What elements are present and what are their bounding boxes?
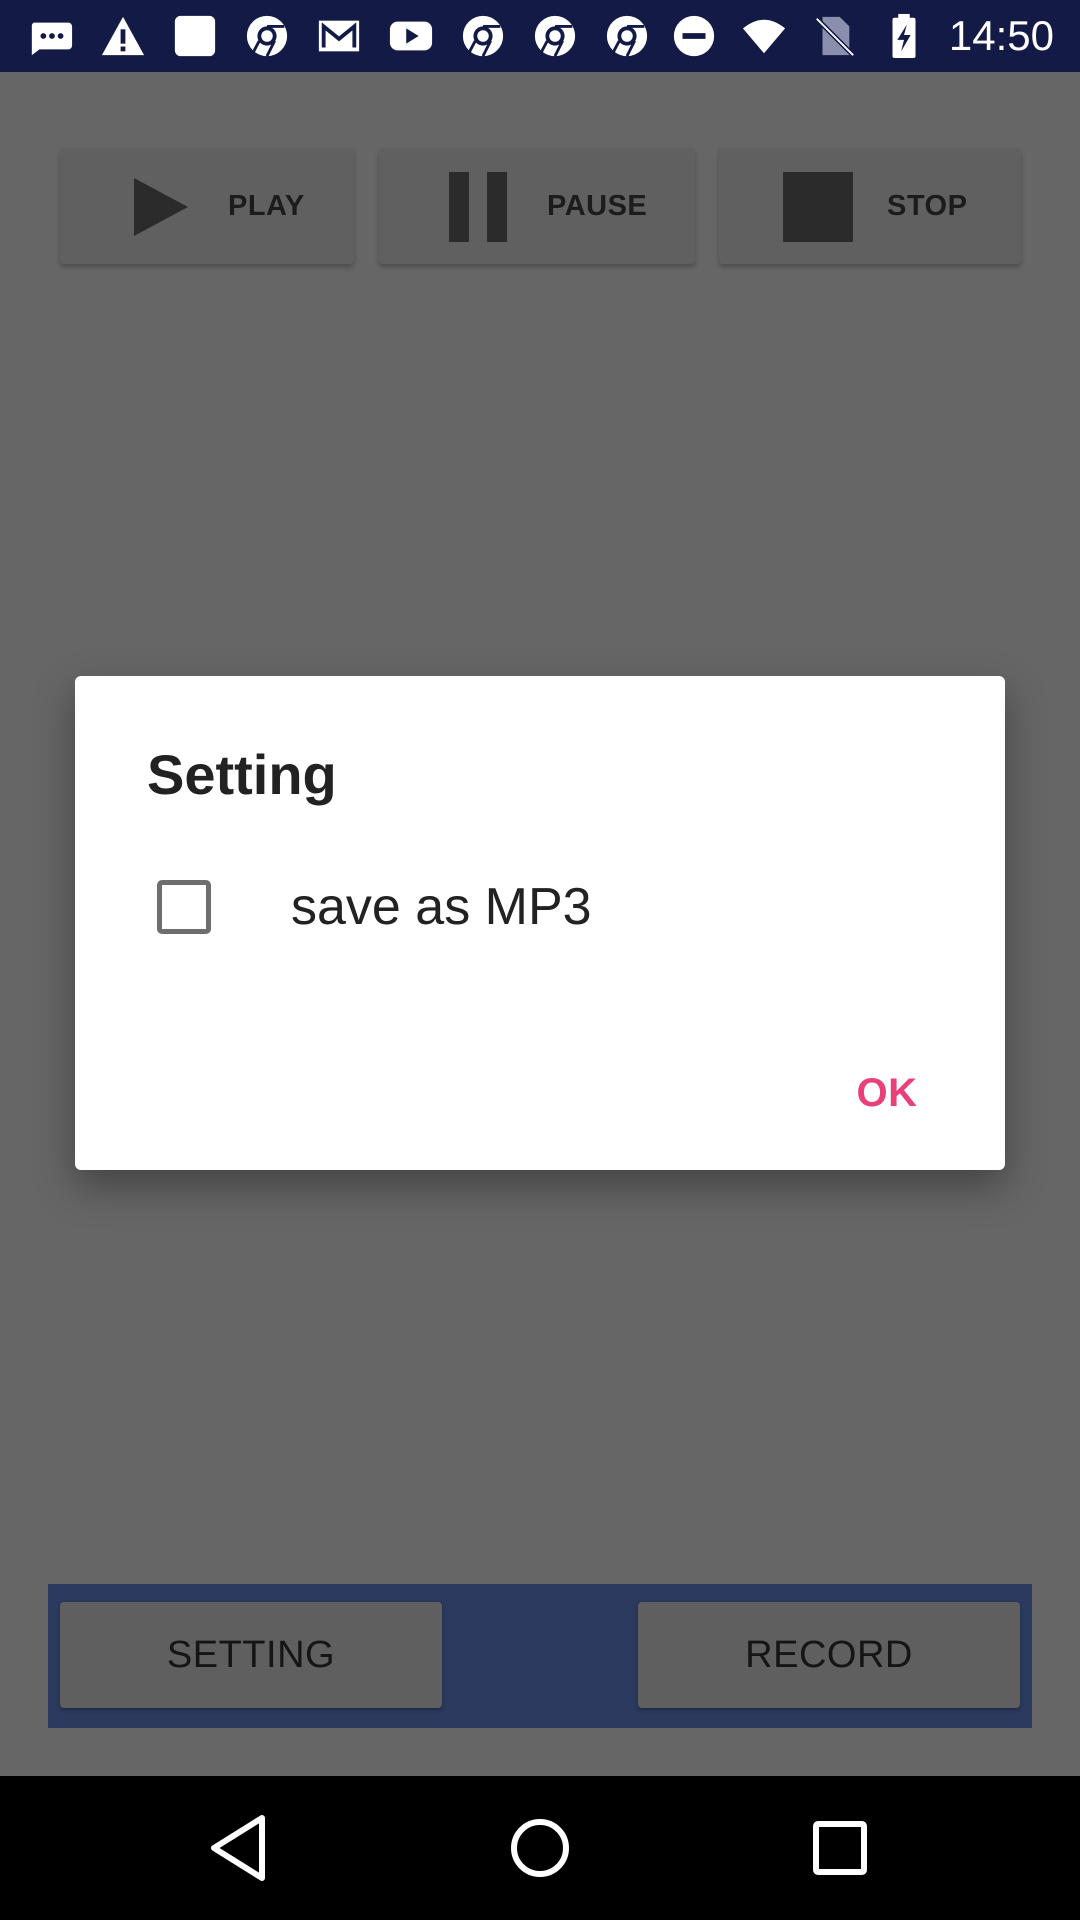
back-button[interactable] (200, 1808, 280, 1888)
youtube-icon (386, 11, 436, 61)
record-button[interactable]: RECORD (638, 1602, 1020, 1708)
setting-dialog: Setting save as MP3 OK (75, 676, 1005, 1170)
gmail-icon (314, 11, 364, 61)
recents-square-icon (813, 1821, 867, 1875)
clock: 14:50 (948, 12, 1054, 59)
battery-charging-icon (879, 11, 929, 61)
recents-button[interactable] (800, 1808, 880, 1888)
pause-icon (449, 172, 507, 242)
status-bar: 14:50 (0, 0, 1080, 72)
chrome-icon (242, 11, 292, 61)
bottom-action-bar: SETTING RECORD (48, 1584, 1032, 1728)
dialog-title: Setting (147, 743, 337, 806)
play-icon (134, 178, 188, 236)
notification-icons (26, 11, 652, 61)
chrome-icon (458, 11, 508, 61)
message-bubble-icon (26, 11, 76, 61)
back-triangle-icon (211, 1815, 265, 1881)
navigation-bar (0, 1776, 1080, 1920)
save-as-mp3-label[interactable]: save as MP3 (291, 880, 592, 934)
do-not-disturb-icon (669, 11, 719, 61)
chrome-icon (530, 11, 580, 61)
stop-label: STOP (887, 190, 968, 222)
play-label: PLAY (228, 190, 305, 222)
ok-button[interactable]: OK (827, 1058, 947, 1128)
home-circle-icon (511, 1819, 569, 1877)
pause-button[interactable]: PAUSE (379, 148, 695, 264)
save-as-mp3-checkbox[interactable] (157, 880, 211, 934)
no-sim-icon (809, 11, 859, 61)
system-icons: 14:50 (669, 11, 1054, 61)
stop-button[interactable]: STOP (719, 148, 1021, 264)
home-button[interactable] (500, 1808, 580, 1888)
wifi-icon (739, 11, 789, 61)
setting-button[interactable]: SETTING (60, 1602, 442, 1708)
stop-icon (783, 172, 853, 242)
play-button[interactable]: PLAY (60, 148, 354, 264)
pause-label: PAUSE (547, 190, 648, 222)
sd-card-icon (170, 11, 220, 61)
chrome-icon (602, 11, 652, 61)
warning-icon (98, 11, 148, 61)
